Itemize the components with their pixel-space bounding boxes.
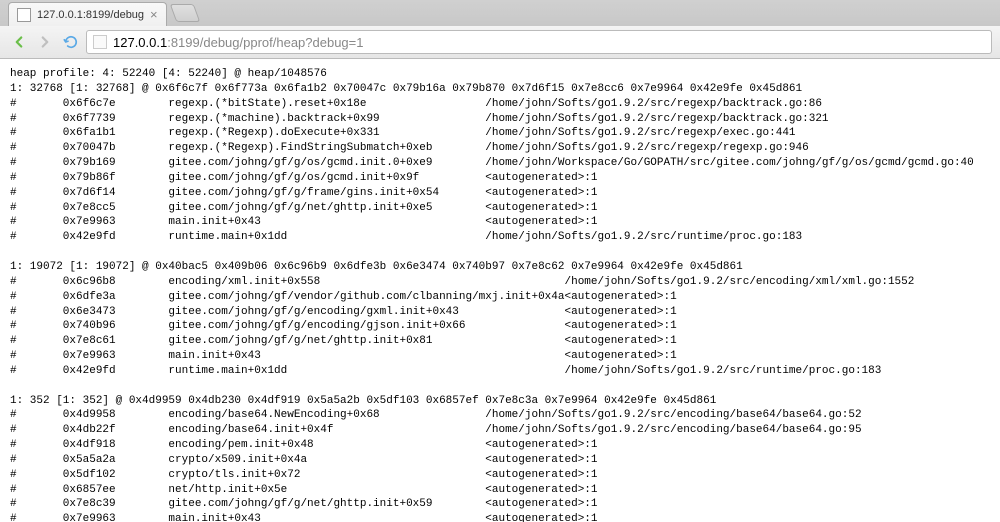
arrow-left-icon	[10, 33, 28, 51]
tab-bar: 127.0.0.1:8199/debug ×	[0, 0, 1000, 26]
address-bar[interactable]: 127.0.0.1:8199/debug/pprof/heap?debug=1	[86, 30, 992, 54]
back-button[interactable]	[8, 31, 30, 53]
browser-chrome: 127.0.0.1:8199/debug × 127.0.0.1:8199/de…	[0, 0, 1000, 59]
close-icon[interactable]: ×	[150, 8, 158, 21]
address-path: :8199/debug/pprof/heap?debug=1	[167, 35, 363, 50]
reload-button[interactable]	[60, 31, 82, 53]
reload-icon	[62, 33, 80, 51]
new-tab-button[interactable]	[169, 4, 200, 22]
forward-button[interactable]	[34, 31, 56, 53]
page-favicon	[17, 8, 31, 22]
tab-title: 127.0.0.1:8199/debug	[37, 9, 144, 21]
site-icon	[93, 35, 107, 49]
arrow-right-icon	[36, 33, 54, 51]
toolbar: 127.0.0.1:8199/debug/pprof/heap?debug=1	[0, 26, 1000, 58]
page-content: heap profile: 4: 52240 [4: 52240] @ heap…	[0, 59, 1000, 522]
address-host: 127.0.0.1	[113, 35, 167, 50]
browser-tab[interactable]: 127.0.0.1:8199/debug ×	[8, 2, 167, 26]
